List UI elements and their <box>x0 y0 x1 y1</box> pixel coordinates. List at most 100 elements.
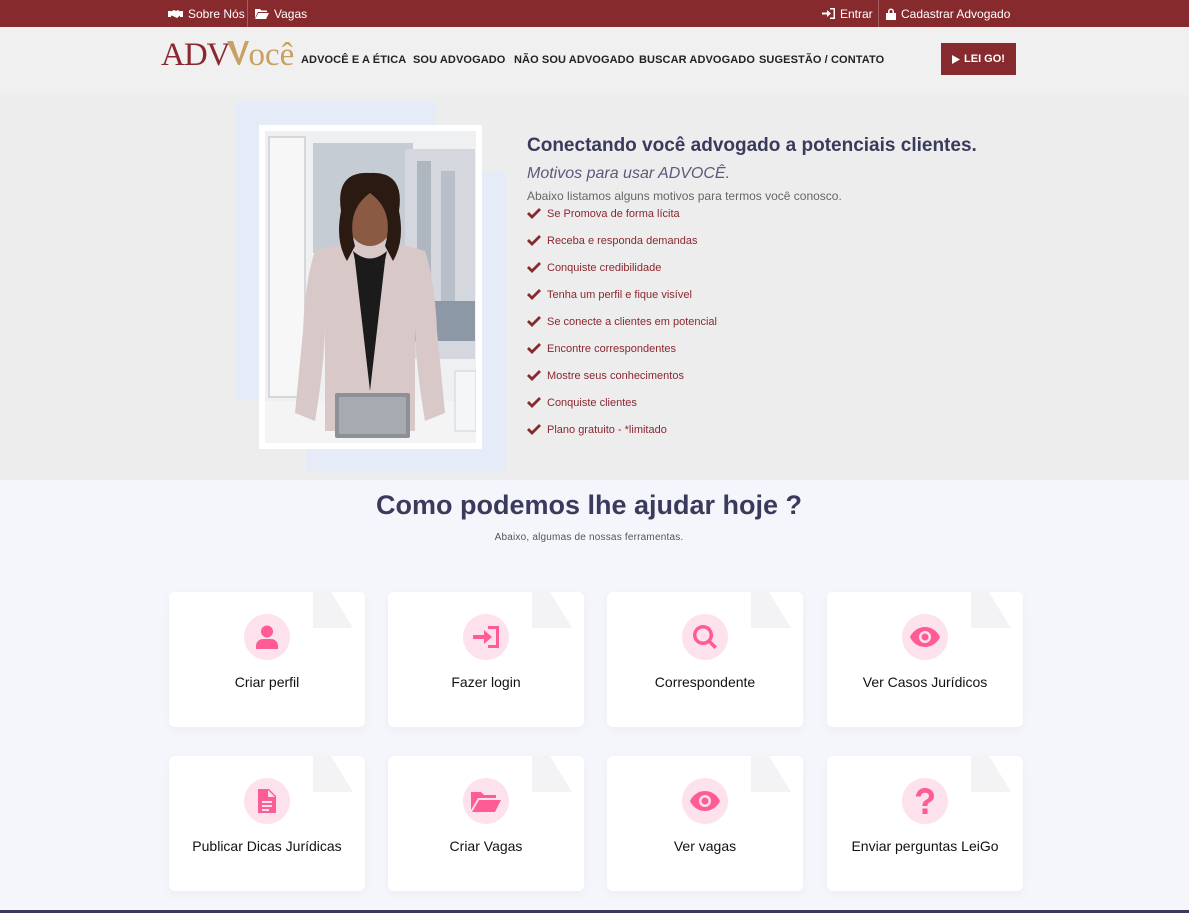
about-label: Sobre Nós <box>188 6 245 21</box>
card-label: Ver vagas <box>673 838 737 854</box>
reason-item: Tenha um perfil e fique visível <box>527 289 717 316</box>
check-icon <box>527 397 541 408</box>
site-logo[interactable]: ADV ocê <box>161 37 294 77</box>
reason-text: Conquiste credibilidade <box>547 262 662 274</box>
reason-text: Encontre correspondentes <box>547 343 677 355</box>
folder-open-icon <box>471 792 501 812</box>
icon-badge <box>902 614 948 660</box>
folder-open-icon <box>255 9 269 19</box>
register-label: Cadastrar Advogado <box>901 6 1011 21</box>
lock-icon <box>886 8 896 20</box>
reason-item: Conquiste credibilidade <box>527 262 717 289</box>
login-label: Entrar <box>840 6 873 21</box>
check-icon <box>527 208 541 219</box>
check-icon <box>527 235 541 246</box>
handshake-icon <box>168 9 183 18</box>
corner-fold <box>532 756 572 792</box>
login-link[interactable]: Entrar <box>822 0 873 27</box>
about-link[interactable]: Sobre Nós <box>168 0 245 27</box>
icon-badge <box>902 778 948 824</box>
icon-badge <box>682 778 728 824</box>
hero-subtitle: Motivos para usar ADVOCÊ. <box>527 165 731 182</box>
card-label: Ver Casos Jurídicos <box>862 674 988 690</box>
card-criar-perfil[interactable]: Criar perfil <box>169 592 365 727</box>
hero-description: Abaixo listamos alguns motivos para term… <box>527 189 842 203</box>
register-link[interactable]: Cadastrar Advogado <box>886 0 1010 27</box>
check-icon <box>527 370 541 381</box>
divider <box>247 0 248 27</box>
card-label: Fazer login <box>451 674 521 690</box>
leigo-button[interactable]: LEI GO! <box>941 43 1016 75</box>
logo-voce: ocê <box>248 37 295 73</box>
nav-link-nao-sou-advogado[interactable]: NÃO SOU ADVOGADO <box>514 54 634 66</box>
card-label: Enviar perguntas LeiGo <box>851 838 999 854</box>
reason-text: Plano gratuito - *limitado <box>547 424 667 436</box>
lawyer-photo <box>265 131 476 443</box>
check-icon <box>527 343 541 354</box>
reason-item: Se conecte a clientes em potencial <box>527 316 717 343</box>
corner-fold <box>971 592 1011 628</box>
corner-fold <box>971 756 1011 792</box>
reason-item: Plano gratuito - *limitado <box>527 424 717 451</box>
main-navbar: ADV ocê ADVOCÊ E A ÉTICA SOU ADVOGADO NÃ… <box>0 27 1189 95</box>
eye-icon <box>910 627 940 647</box>
card-publicar-dicas[interactable]: Publicar Dicas Jurídicas <box>169 756 365 891</box>
hero-section: Conectando você advogado a potenciais cl… <box>0 95 1189 480</box>
leigo-label: LEI GO! <box>964 53 1005 65</box>
corner-fold <box>313 592 353 628</box>
login-icon <box>473 626 499 648</box>
check-icon <box>527 289 541 300</box>
jobs-label: Vagas <box>274 6 308 21</box>
top-bar: Sobre Nós Vagas Entrar Cadastrar Advogad… <box>0 0 1189 27</box>
nav-link-sou-advogado[interactable]: SOU ADVOGADO <box>413 54 505 66</box>
card-ver-casos-juridicos[interactable]: Ver Casos Jurídicos <box>827 592 1023 727</box>
hero-title: Conectando você advogado a potenciais cl… <box>527 135 977 156</box>
corner-fold <box>751 592 791 628</box>
card-label: Publicar Dicas Jurídicas <box>192 838 342 854</box>
card-enviar-perguntas[interactable]: Enviar perguntas LeiGo <box>827 756 1023 891</box>
search-icon <box>693 625 717 649</box>
card-correspondente[interactable]: Correspondente <box>607 592 803 727</box>
document-icon <box>258 789 276 813</box>
reason-item: Conquiste clientes <box>527 397 717 424</box>
card-criar-vagas[interactable]: Criar Vagas <box>388 756 584 891</box>
icon-badge <box>463 778 509 824</box>
reason-item: Mostre seus conhecimentos <box>527 370 717 397</box>
reasons-list: Se Promova de forma lícita Receba e resp… <box>527 208 717 451</box>
nav-link-etica[interactable]: ADVOCÊ E A ÉTICA <box>301 54 406 66</box>
reason-text: Se Promova de forma lícita <box>547 208 680 220</box>
check-icon <box>527 316 541 327</box>
sign-in-icon <box>822 8 835 19</box>
logo-adv: ADV <box>161 37 230 73</box>
reason-item: Receba e responda demandas <box>527 235 717 262</box>
icon-badge <box>463 614 509 660</box>
help-subtitle: Abaixo, algumas de nossas ferramentas. <box>494 532 684 543</box>
help-title: Como podemos lhe ajudar hoje ? <box>375 490 803 520</box>
nav-link-buscar-advogado[interactable]: BUSCAR ADVOGADO <box>639 54 755 66</box>
card-label: Criar perfil <box>234 674 300 690</box>
reason-item: Se Promova de forma lícita <box>527 208 717 235</box>
play-icon <box>952 54 961 64</box>
logo-v-glyph <box>226 41 249 65</box>
hero-photo-frame <box>259 125 482 449</box>
corner-fold <box>532 592 572 628</box>
card-label: Criar Vagas <box>449 838 523 854</box>
reason-text: Receba e responda demandas <box>547 235 698 247</box>
corner-fold <box>751 756 791 792</box>
card-fazer-login[interactable]: Fazer login <box>388 592 584 727</box>
card-label: Correspondente <box>654 674 756 690</box>
icon-badge <box>244 778 290 824</box>
nav-link-sugestao-contato[interactable]: SUGESTÃO / CONTATO <box>759 54 884 66</box>
check-icon <box>527 262 541 273</box>
question-icon <box>916 788 934 814</box>
eye-icon <box>690 791 720 811</box>
reason-text: Conquiste clientes <box>547 397 637 409</box>
check-icon <box>527 424 541 435</box>
card-ver-vagas[interactable]: Ver vagas <box>607 756 803 891</box>
jobs-link[interactable]: Vagas <box>255 0 307 27</box>
reason-text: Mostre seus conhecimentos <box>547 370 684 382</box>
icon-badge <box>682 614 728 660</box>
user-icon <box>256 625 278 649</box>
reason-item: Encontre correspondentes <box>527 343 717 370</box>
corner-fold <box>313 756 353 792</box>
